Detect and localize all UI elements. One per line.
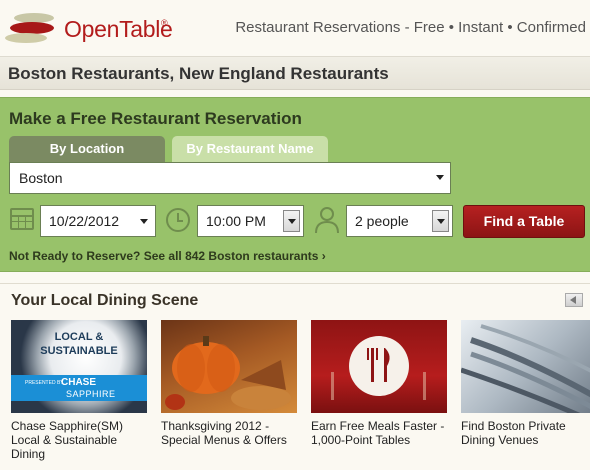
party-size-select[interactable]: 2 people xyxy=(346,205,453,237)
time-value: 10:00 PM xyxy=(206,213,266,229)
dining-card-thanksgiving[interactable]: Thanksgiving 2012 - Special Menus & Offe… xyxy=(161,320,297,447)
card-caption[interactable]: Find Boston Private Dining Venues xyxy=(461,419,590,447)
logo-plates-icon xyxy=(5,13,54,43)
date-value: 10/22/2012 xyxy=(49,213,120,229)
site-header: OpenTable ® Restaurant Reservations - Fr… xyxy=(0,0,590,56)
reservation-panel: Make a Free Restaurant Reservation By Lo… xyxy=(0,97,590,272)
logo-text: OpenTable xyxy=(64,16,173,42)
dining-card-private-dining[interactable]: Find Boston Private Dining Venues xyxy=(461,320,590,447)
party-size-value: 2 people xyxy=(355,213,409,229)
chase-sapphire-image[interactable]: LOCAL & SUSTAINABLE PRESENTED BY CHASE S… xyxy=(11,320,147,413)
dining-card-chase-sapphire[interactable]: LOCAL & SUSTAINABLE PRESENTED BY CHASE S… xyxy=(11,320,147,461)
card-caption[interactable]: Chase Sapphire(SM) Local & Sustainable D… xyxy=(11,419,147,461)
find-a-table-button[interactable]: Find a Table xyxy=(463,205,585,238)
chevron-down-icon xyxy=(288,219,296,224)
private-dining-image[interactable] xyxy=(461,320,590,413)
dining-scene-heading: Your Local Dining Scene xyxy=(11,292,199,309)
calendar-icon xyxy=(10,208,34,230)
date-select[interactable]: 10/22/2012 xyxy=(40,205,156,237)
reservation-heading: Make a Free Restaurant Reservation xyxy=(9,109,302,128)
tab-by-location[interactable]: By Location xyxy=(9,136,165,162)
chevron-down-icon xyxy=(437,219,445,224)
logo-registered-mark: ® xyxy=(161,18,168,28)
header-tagline: Restaurant Reservations - Free • Instant… xyxy=(235,19,586,36)
card-caption[interactable]: Thanksgiving 2012 - Special Menus & Offe… xyxy=(161,419,297,447)
tab-by-restaurant-name[interactable]: By Restaurant Name xyxy=(172,136,328,162)
opentable-logo[interactable]: OpenTable ® xyxy=(2,10,173,44)
fork-knife-icon xyxy=(331,336,426,400)
dining-card-free-meals[interactable]: Earn Free Meals Faster - 1,000-Point Tab… xyxy=(311,320,447,447)
chevron-down-icon xyxy=(140,219,148,224)
page-title: Boston Restaurants, New England Restaura… xyxy=(8,64,389,83)
location-value: Boston xyxy=(19,170,63,186)
carousel-prev-button[interactable] xyxy=(565,293,583,307)
card-caption[interactable]: Earn Free Meals Faster - 1,000-Point Tab… xyxy=(311,419,447,447)
free-meals-image[interactable] xyxy=(311,320,447,413)
location-select[interactable]: Boston xyxy=(9,162,451,194)
time-select[interactable]: 10:00 PM xyxy=(197,205,304,237)
clock-icon xyxy=(166,208,190,232)
see-all-restaurants-link[interactable]: Not Ready to Reserve? See all 842 Boston… xyxy=(9,249,326,263)
silverware-icon xyxy=(461,324,590,413)
chevron-down-icon xyxy=(436,175,444,180)
thanksgiving-image[interactable] xyxy=(161,320,297,413)
pumpkin-icon xyxy=(165,336,291,410)
person-icon xyxy=(315,207,339,234)
page-title-bar: Boston Restaurants, New England Restaura… xyxy=(0,56,590,90)
dropdown-button[interactable] xyxy=(432,210,449,232)
chevron-left-icon xyxy=(570,296,576,304)
local-dining-scene: Your Local Dining Scene LOCAL & SUSTAINA… xyxy=(0,283,590,470)
dropdown-button[interactable] xyxy=(283,210,300,232)
